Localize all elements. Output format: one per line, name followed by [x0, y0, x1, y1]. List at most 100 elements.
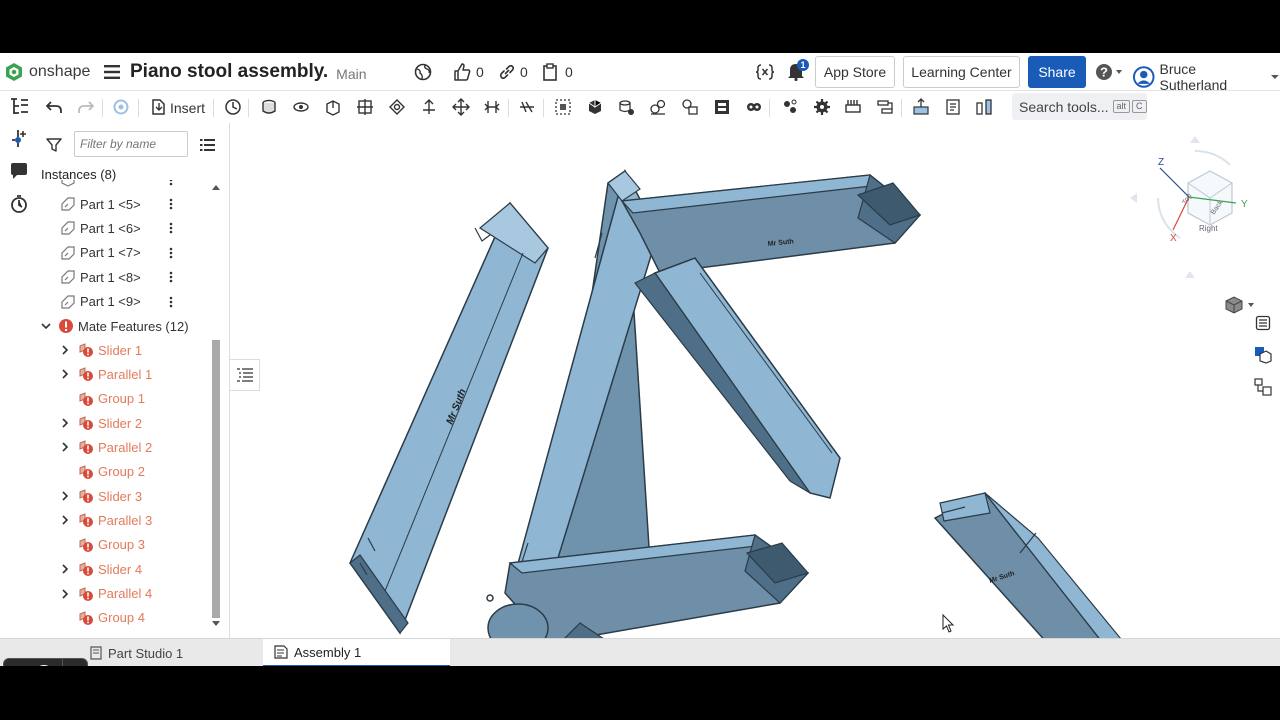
- chevron-right-icon[interactable]: [60, 564, 70, 574]
- chevron-right-icon[interactable]: [60, 588, 70, 599]
- redo-button[interactable]: [73, 95, 99, 119]
- circular-pattern-tool[interactable]: [809, 95, 835, 119]
- onshape-logo[interactable]: onshape: [4, 62, 90, 82]
- view-cube[interactable]: Right Back Top Z Y X: [1130, 136, 1248, 278]
- document-title-area[interactable]: Piano stool assembly. Main: [130, 61, 367, 83]
- scrollbar-thumb[interactable]: [212, 340, 220, 618]
- insert-label[interactable]: Insert: [170, 100, 205, 116]
- public-globe[interactable]: [414, 63, 432, 81]
- ball-mate-tool[interactable]: [448, 95, 474, 119]
- explode-tool[interactable]: [872, 95, 898, 119]
- filter-button[interactable]: [46, 137, 62, 158]
- mate-feature-row[interactable]: Parallel 2: [38, 435, 210, 459]
- drag-handle-icon[interactable]: [167, 221, 175, 235]
- scroll-up-icon[interactable]: [212, 184, 220, 190]
- mate-feature-row[interactable]: Slider 3: [38, 484, 210, 508]
- gear-relation-tool[interactable]: [645, 95, 671, 119]
- undo-button[interactable]: [41, 95, 67, 119]
- filter-by-name-input[interactable]: [74, 131, 188, 157]
- mate-feature-row[interactable]: Parallel 1: [38, 362, 210, 386]
- add-mate-connector[interactable]: [8, 127, 30, 149]
- mate-feature-row[interactable]: Slider 4: [38, 557, 210, 581]
- view-cube-rotate-left[interactable]: [1130, 193, 1137, 203]
- properties-panel-toggle[interactable]: [1249, 309, 1277, 337]
- group-tool[interactable]: [582, 95, 608, 119]
- versions-button[interactable]: 0: [541, 63, 573, 81]
- branch-name[interactable]: Main: [336, 66, 366, 82]
- section-view-tool[interactable]: [908, 95, 934, 119]
- part-instance-row[interactable]: Part 1 <7>: [38, 241, 210, 265]
- fastened-mate-tool[interactable]: [256, 95, 282, 119]
- part-right-leg[interactable]: Mr Suth: [933, 492, 1190, 638]
- list-item[interactable]: [38, 180, 210, 192]
- learning-center-button[interactable]: Learning Center: [903, 56, 1020, 88]
- mate-feature-row[interactable]: Group 2: [38, 460, 210, 484]
- comments-toggle[interactable]: [8, 160, 30, 182]
- chevron-down-icon[interactable]: [41, 321, 51, 331]
- part-instance-row[interactable]: Part 1 <8>: [38, 265, 210, 289]
- animation-toggle[interactable]: [8, 193, 30, 215]
- appearance-panel-toggle[interactable]: [1249, 341, 1277, 369]
- scroll-down-icon[interactable]: [212, 621, 220, 627]
- mate-connector-tool[interactable]: [550, 95, 576, 119]
- hamburger-menu[interactable]: [104, 65, 120, 79]
- rack-pinion-tool[interactable]: [677, 95, 703, 119]
- chevron-right-icon[interactable]: [60, 442, 70, 452]
- relation-tool[interactable]: [613, 95, 639, 119]
- app-store-button[interactable]: App Store: [815, 56, 895, 88]
- insert-button[interactable]: [145, 95, 171, 119]
- mate-feature-row[interactable]: Group 4: [38, 606, 210, 630]
- tangent-mate-tool[interactable]: [514, 95, 540, 119]
- document-title[interactable]: Piano stool assembly.: [130, 61, 328, 83]
- replicate-tool[interactable]: [840, 95, 866, 119]
- screw-relation-tool[interactable]: [709, 95, 735, 119]
- cylindrical-mate-tool[interactable]: [384, 95, 410, 119]
- refresh-button[interactable]: [108, 95, 134, 119]
- drag-handle-icon[interactable]: [167, 246, 175, 260]
- list-view-toggle[interactable]: [200, 138, 215, 157]
- pause-icon[interactable]: [34, 664, 54, 666]
- assembly-model[interactable]: Mr Suth Mr Suth Mr Suth Right Back Z Y X: [230, 123, 1280, 638]
- links-button[interactable]: 0: [498, 63, 528, 81]
- help-menu[interactable]: ?: [1095, 63, 1123, 81]
- chevron-right-icon[interactable]: [60, 345, 70, 355]
- slider-mate-tool[interactable]: [320, 95, 346, 119]
- variables-button[interactable]: [755, 63, 775, 81]
- drag-handle-icon[interactable]: [167, 295, 175, 309]
- parallel-mate-tool[interactable]: [479, 95, 505, 119]
- timeline-tool[interactable]: [220, 95, 246, 119]
- mate-feature-row[interactable]: Parallel 3: [38, 508, 210, 532]
- linear-relation-tool[interactable]: [741, 95, 767, 119]
- pin-slot-mate-tool[interactable]: [416, 95, 442, 119]
- bom-panel-toggle[interactable]: [1249, 373, 1277, 401]
- view-cube-right-label[interactable]: Right: [1199, 224, 1218, 233]
- graphics-viewport[interactable]: Mr Suth Mr Suth Mr Suth Right Back Z Y X: [230, 123, 1280, 638]
- drag-handle-icon[interactable]: [167, 180, 175, 187]
- drag-handle-icon[interactable]: [167, 197, 175, 211]
- tab-part-studio-1[interactable]: Part Studio 1: [85, 639, 260, 666]
- user-menu[interactable]: Bruce Sutherland: [1133, 61, 1280, 93]
- mate-feature-row[interactable]: Slider 2: [38, 411, 210, 435]
- part-instance-row[interactable]: Part 1 <5>: [38, 192, 210, 216]
- chevron-right-icon[interactable]: [60, 515, 70, 526]
- part-instance-row[interactable]: Part 1 <6>: [38, 216, 210, 240]
- display-states-tool[interactable]: [971, 95, 997, 119]
- chevron-right-icon[interactable]: [60, 491, 70, 501]
- chevron-right-icon[interactable]: [60, 369, 70, 379]
- mate-feature-row[interactable]: Parallel 4: [38, 582, 210, 606]
- planar-mate-tool[interactable]: [352, 95, 378, 119]
- view-cube-rotate-up[interactable]: [1190, 136, 1200, 143]
- panel-scrollbar[interactable]: [210, 180, 222, 628]
- share-button[interactable]: Share: [1028, 56, 1086, 88]
- revolute-mate-tool[interactable]: [288, 95, 314, 119]
- chevron-right-icon[interactable]: [60, 418, 70, 428]
- part-top-rail[interactable]: Mr Suth: [620, 173, 922, 274]
- drag-handle-icon[interactable]: [167, 270, 175, 284]
- like-button[interactable]: 0: [452, 62, 484, 82]
- search-tools-input[interactable]: Search tools... alt C: [1012, 93, 1147, 120]
- tab-assembly-1[interactable]: Assembly 1: [263, 639, 450, 666]
- mate-feature-row[interactable]: Group 1: [38, 387, 210, 411]
- part-instance-row[interactable]: Part 1 <9>: [38, 290, 210, 314]
- linear-pattern-tool[interactable]: [777, 95, 803, 119]
- part-diagonal-brace[interactable]: [634, 257, 841, 499]
